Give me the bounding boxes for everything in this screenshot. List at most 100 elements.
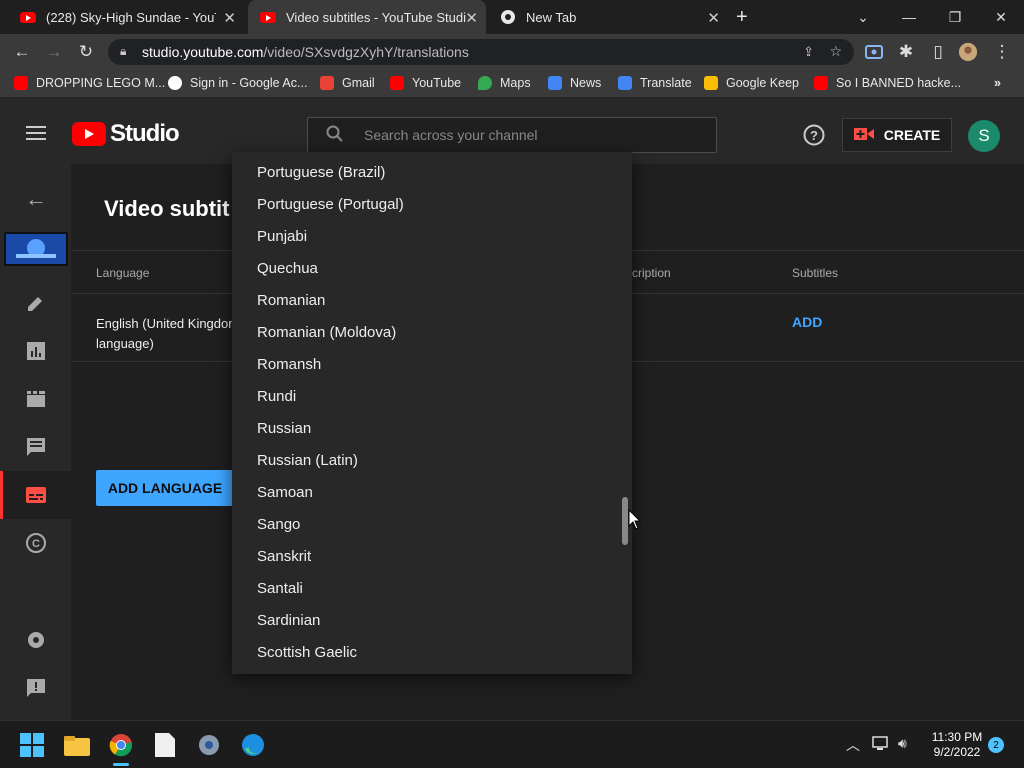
language-option[interactable]: Russian (Latin): [257, 452, 358, 469]
bookmark-item[interactable]: DROPPING LEGO M...: [14, 76, 165, 90]
chrome-icon[interactable]: [107, 731, 135, 759]
settings-gear-icon[interactable]: [24, 628, 48, 652]
profile-avatar-icon[interactable]: [958, 42, 978, 62]
lock-icon: 🔒︎: [120, 44, 127, 58]
reload-icon[interactable]: ↻: [76, 42, 96, 62]
extensions-puzzle-icon[interactable]: ✱: [896, 42, 916, 62]
tab-new-tab[interactable]: New Tab ✕: [488, 0, 728, 34]
pencil-edit-icon[interactable]: [24, 291, 48, 315]
back-arrow-icon[interactable]: ←: [24, 186, 48, 211]
windows-taskbar: ︿ 🔊︎ 11:30 PM 9/2/2022 2: [0, 720, 1024, 768]
notepad-file-icon[interactable]: [151, 731, 179, 759]
add-subtitles-link[interactable]: ADD: [792, 314, 822, 330]
close-tab-icon[interactable]: ✕: [465, 9, 478, 27]
analytics-icon[interactable]: [24, 339, 48, 363]
back-arrow-icon[interactable]: ←: [12, 42, 32, 62]
video-thumbnail[interactable]: [4, 232, 68, 266]
language-dropdown-list[interactable]: Portuguese (Brazil) Portuguese (Portugal…: [232, 152, 632, 674]
studio-sidebar: ← C: [0, 164, 72, 720]
hamburger-menu-icon[interactable]: [26, 126, 46, 140]
comments-icon[interactable]: [24, 435, 48, 459]
bookmark-star-icon[interactable]: ☆: [829, 43, 842, 60]
bookmark-item[interactable]: Maps: [478, 76, 531, 90]
feedback-icon[interactable]: [24, 676, 48, 700]
help-icon[interactable]: ?: [803, 124, 825, 151]
search-placeholder: Search across your channel: [364, 127, 538, 143]
close-tab-icon[interactable]: ✕: [707, 9, 720, 27]
language-option[interactable]: Sango: [257, 516, 300, 533]
youtube-logo-icon: [72, 122, 106, 146]
bookmark-item[interactable]: Translate: [618, 76, 692, 90]
youtube-icon: [260, 9, 276, 25]
windows-start-icon[interactable]: [18, 731, 46, 759]
edge-icon[interactable]: [239, 731, 267, 759]
gmail-icon: [320, 76, 334, 90]
column-header-subtitles: Subtitles: [792, 266, 839, 280]
subtitles-icon[interactable]: [24, 483, 48, 507]
svg-text:C: C: [32, 538, 40, 550]
youtube-icon: [390, 76, 404, 90]
tab-youtube-video[interactable]: (228) Sky-High Sundae - YouTube ✕: [8, 0, 244, 34]
tab-video-subtitles[interactable]: Video subtitles - YouTube Studio ✕: [248, 0, 486, 34]
mouse-cursor-icon: [628, 508, 642, 536]
url-input[interactable]: 🔒︎ studio.youtube.com/video/SXsvdgzXyhY/…: [108, 39, 854, 65]
file-explorer-icon[interactable]: [63, 731, 91, 759]
show-hidden-icons-chevron-icon[interactable]: ︿: [846, 735, 860, 755]
close-window-icon[interactable]: ✕: [978, 0, 1024, 34]
copyright-icon[interactable]: C: [24, 531, 48, 555]
language-option[interactable]: Quechua: [257, 260, 318, 277]
bookmark-item[interactable]: Sign in - Google Ac...: [168, 76, 307, 90]
browser-tab-bar: (228) Sky-High Sundae - YouTube ✕ Video …: [0, 0, 1024, 34]
studio-logo[interactable]: Studio: [72, 120, 180, 148]
notification-count-badge[interactable]: 2: [988, 737, 1004, 753]
search-input[interactable]: Search across your channel: [307, 117, 717, 153]
create-button[interactable]: CREATE: [842, 118, 952, 152]
share-icon[interactable]: ⇪: [803, 44, 814, 60]
language-option[interactable]: Santali: [257, 580, 303, 597]
settings-gear-icon[interactable]: [195, 731, 223, 759]
bookmark-item[interactable]: News: [548, 76, 601, 90]
youtube-icon: [20, 9, 36, 25]
language-option[interactable]: Scottish Gaelic: [257, 644, 357, 661]
tab-title: New Tab: [526, 9, 577, 25]
language-option[interactable]: Portuguese (Portugal): [257, 196, 404, 213]
create-video-icon: [853, 127, 874, 144]
account-avatar[interactable]: S: [968, 120, 1000, 152]
forward-arrow-icon[interactable]: →: [44, 42, 64, 62]
browser-menu-icon[interactable]: ⋮: [992, 42, 1012, 62]
column-header-language: Language: [96, 266, 150, 280]
language-option[interactable]: Rundi: [257, 388, 296, 405]
more-bookmarks-chevron-icon[interactable]: »: [994, 76, 1001, 90]
close-tab-icon[interactable]: ✕: [223, 9, 236, 27]
news-icon: [548, 76, 562, 90]
new-tab-plus-icon[interactable]: +: [736, 0, 760, 34]
language-option[interactable]: Samoan: [257, 484, 313, 501]
restore-icon[interactable]: ❐: [932, 0, 978, 34]
active-app-indicator: [113, 763, 129, 766]
system-clock[interactable]: 11:30 PM 9/2/2022: [926, 730, 988, 760]
add-language-button[interactable]: ADD LANGUAGE: [96, 470, 234, 506]
row-language: English (United Kingdon language): [96, 316, 236, 351]
volume-icon[interactable]: 🔊︎: [898, 735, 907, 752]
editor-clapper-icon[interactable]: [24, 387, 48, 411]
language-option[interactable]: Portuguese (Brazil): [257, 164, 385, 181]
bookmark-item[interactable]: So I BANNED hacke...: [814, 76, 961, 90]
language-option[interactable]: Romanian: [257, 292, 325, 309]
tab-search-chevron-icon[interactable]: ⌄: [840, 0, 886, 34]
minimize-icon[interactable]: —: [886, 0, 932, 34]
keep-icon: [704, 76, 718, 90]
bookmark-item[interactable]: Gmail: [320, 76, 375, 90]
google-icon: [168, 76, 182, 90]
network-icon[interactable]: [872, 735, 890, 756]
side-panel-icon[interactable]: ▯: [928, 42, 948, 62]
bookmark-item[interactable]: YouTube: [390, 76, 461, 90]
language-option[interactable]: Punjabi: [257, 228, 307, 245]
language-option[interactable]: Russian: [257, 420, 311, 437]
language-option[interactable]: Romanian (Moldova): [257, 324, 396, 341]
chrome-icon: [500, 9, 516, 25]
extension-screen-icon[interactable]: [864, 42, 884, 62]
bookmark-item[interactable]: Google Keep: [704, 76, 799, 90]
language-option[interactable]: Sanskrit: [257, 548, 311, 565]
language-option[interactable]: Sardinian: [257, 612, 320, 629]
language-option[interactable]: Romansh: [257, 356, 321, 373]
